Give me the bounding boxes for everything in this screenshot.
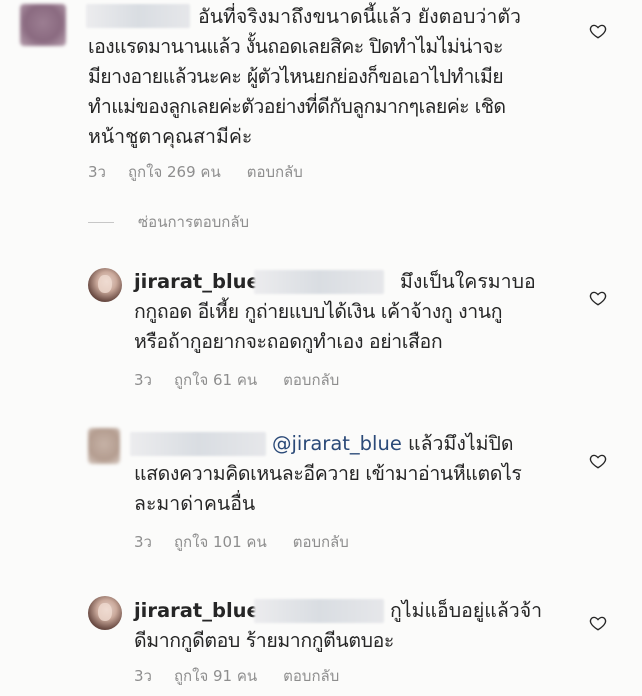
comment-meta: 3ว ถูกใจ 61 คน ตอบกลับ — [134, 368, 339, 392]
comment-text-line: กูไม่แอ็บอยู่แล้วจ้า — [390, 599, 543, 622]
reply-button[interactable]: ตอบกลับ — [283, 368, 339, 392]
comment-username[interactable]: jirarat_blue — [134, 267, 260, 297]
comment-text-line: มึงเป็นใครมาบอ — [400, 270, 536, 293]
like-count[interactable]: ถูกใจ 91 คน — [174, 664, 257, 688]
heart-outline-icon[interactable] — [589, 22, 607, 40]
like-count[interactable]: ถูกใจ 101 คน — [174, 530, 267, 554]
redacted-text — [254, 270, 384, 294]
redacted-username — [130, 432, 266, 456]
avatar[interactable] — [88, 596, 122, 630]
comment-meta: 3ว ถูกใจ 269 คน ตอบกลับ — [88, 160, 303, 184]
like-count[interactable]: ถูกใจ 269 คน — [128, 160, 221, 184]
reply-button[interactable]: ตอบกลับ — [293, 530, 349, 554]
comment-text-line: แสดงความคิดเหนละอีควาย เข้ามาอ่านหีแตดไร — [134, 462, 522, 485]
timestamp: 3ว — [134, 371, 152, 389]
heart-outline-icon[interactable] — [589, 614, 607, 632]
timestamp: 3ว — [134, 667, 152, 685]
hide-replies-label: ซ่อนการตอบกลับ — [138, 213, 250, 231]
timestamp: 3ว — [134, 533, 152, 551]
comment-text-line: หน้าชูตาคุณสามีค่ะ — [88, 125, 253, 148]
comment-text-line: ดีมากกูดีตอบ ร้ายมากกูตีนตบอะ — [134, 629, 394, 652]
heart-outline-icon[interactable] — [589, 289, 607, 307]
mention-link[interactable]: @jirarat_blue — [272, 432, 402, 455]
avatar[interactable] — [88, 268, 122, 302]
hide-replies-button[interactable]: ซ่อนการตอบกลับ — [88, 210, 249, 234]
comment-text-line: @jirarat_blue แล้วมึงไม่ปิด — [272, 432, 514, 455]
comment-text-line: ทำแม่ของลูกเลยค่ะตัวอย่างที่ดีกับลูกมากๆ… — [88, 95, 506, 118]
comment-text-line: กกูถอด อีเหี้ย กูถ่ายแบบได้เงิน เค้าจ้าง… — [134, 300, 503, 323]
comment-text-line: ละมาด่าคนอื่น — [134, 492, 256, 515]
redacted-username — [86, 4, 190, 28]
reply-button[interactable]: ตอบกลับ — [247, 160, 303, 184]
comment-meta: 3ว ถูกใจ 91 คน ตอบกลับ — [134, 664, 339, 688]
avatar[interactable] — [88, 428, 120, 464]
reply-button[interactable]: ตอบกลับ — [283, 664, 339, 688]
comment-text-line: มียางอายแล้วนะคะ ผู้ตัวไหนยกย่องก็ขอเอาไ… — [88, 65, 504, 88]
avatar[interactable] — [20, 4, 66, 46]
comment-username[interactable]: jirarat_blue — [134, 596, 260, 626]
divider — [88, 222, 114, 223]
comment-meta: 3ว ถูกใจ 101 คน ตอบกลับ — [134, 530, 349, 554]
like-count[interactable]: ถูกใจ 61 คน — [174, 368, 257, 392]
heart-outline-icon[interactable] — [589, 452, 607, 470]
comment-text-line: เองแรดมานานแล้ว งั้นถอดเลยสิคะ ปิดทำไมไม… — [88, 35, 504, 58]
comment-text-line: อันที่จริงมาถึงขนาดนี้แล้ว ยังตอบว่าตัว — [198, 5, 521, 28]
redacted-text — [254, 599, 384, 623]
comment-text-line: หรือถ้ากูอยากจะถอดกูทำเอง อย่าเสือก — [134, 330, 443, 353]
timestamp: 3ว — [88, 163, 106, 181]
